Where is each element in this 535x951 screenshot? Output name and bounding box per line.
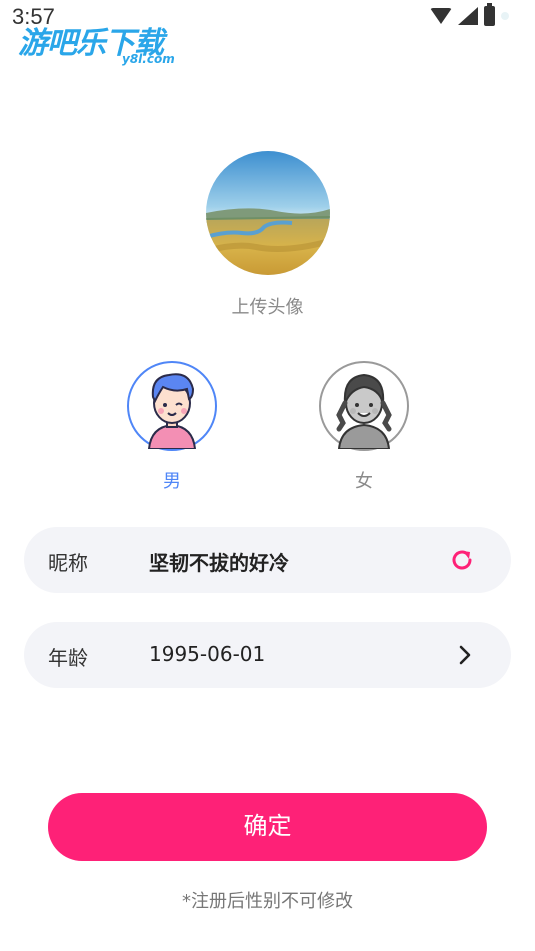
confirm-button[interactable]: 确定 — [48, 793, 487, 861]
nickname-value[interactable]: 坚韧不拔的好冷 — [149, 547, 289, 576]
nickname-label: 昵称 — [48, 551, 88, 575]
age-value[interactable]: 1995-06-01 — [149, 642, 265, 666]
gender-option-female[interactable] — [319, 361, 409, 451]
status-icons — [430, 3, 509, 26]
age-label: 年龄 — [48, 646, 88, 670]
avatar-upload[interactable] — [206, 151, 330, 275]
watermark-subtitle: y8l.com — [122, 52, 175, 66]
signal-icon — [458, 7, 478, 25]
age-field[interactable]: 年龄 1995-06-01 — [24, 622, 511, 688]
female-avatar-icon — [325, 367, 403, 449]
watermark-logo: 游吧乐下载 y8l.com — [18, 18, 188, 68]
gender-label-male[interactable]: 男 — [127, 467, 217, 493]
nickname-field[interactable]: 昵称 坚韧不拔的好冷 — [24, 527, 511, 593]
male-avatar-icon — [133, 367, 211, 449]
refresh-icon[interactable] — [449, 547, 475, 573]
avatar-upload-label[interactable]: 上传头像 — [0, 293, 535, 319]
gender-label-female[interactable]: 女 — [319, 467, 409, 493]
battery-icon — [484, 3, 495, 26]
status-dot-icon — [501, 12, 509, 20]
gender-option-male[interactable] — [127, 361, 217, 451]
chevron-right-icon[interactable] — [455, 644, 475, 666]
gender-hint-text: *注册后性别不可修改 — [182, 891, 353, 912]
avatar-landscape-image — [206, 151, 330, 275]
wifi-icon — [430, 8, 452, 24]
